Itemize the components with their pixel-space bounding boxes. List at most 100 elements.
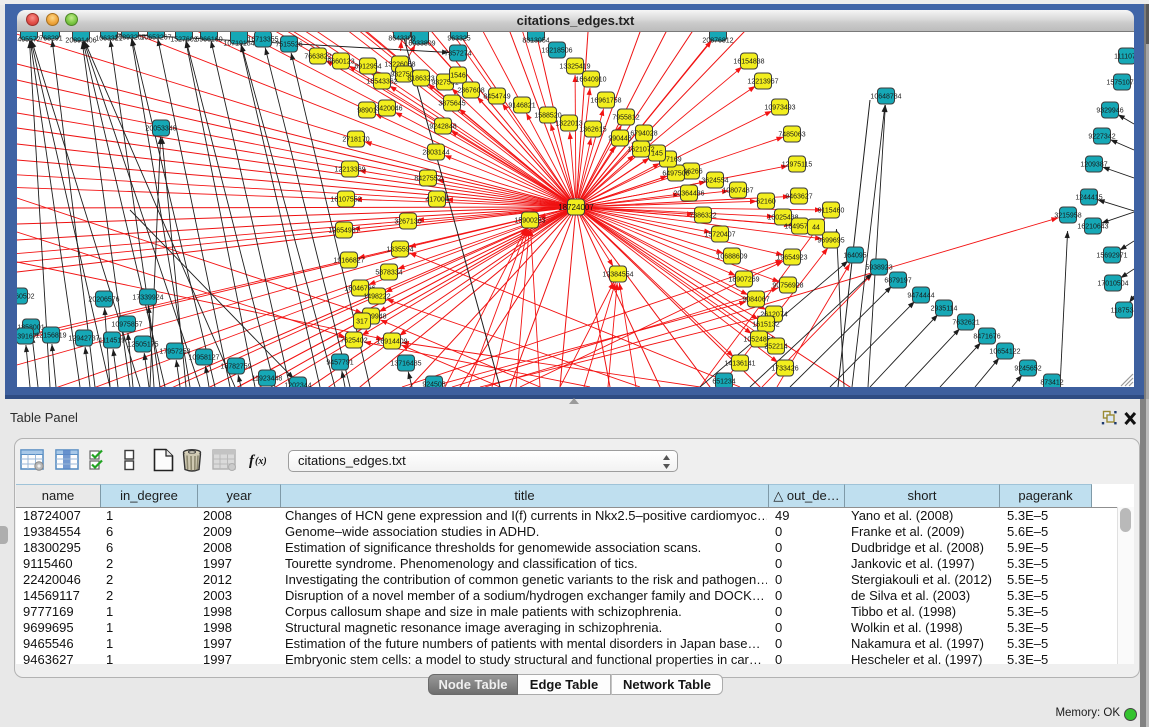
svg-text:15692971: 15692971 bbox=[1096, 253, 1127, 260]
svg-text:1187534: 1187534 bbox=[1111, 308, 1134, 315]
svg-text:98901: 98901 bbox=[357, 108, 377, 115]
svg-text:1621072: 1621072 bbox=[627, 147, 654, 154]
svg-text:17339924: 17339924 bbox=[132, 295, 163, 302]
svg-text:1546: 1546 bbox=[450, 73, 466, 80]
svg-text:18724007: 18724007 bbox=[558, 203, 594, 212]
svg-text:6966160: 6966160 bbox=[195, 37, 222, 44]
svg-text:9245652: 9245652 bbox=[1014, 366, 1041, 373]
svg-text:8471676: 8471676 bbox=[973, 334, 1000, 341]
svg-text:3875645: 3875645 bbox=[438, 101, 465, 108]
svg-text:963325: 963325 bbox=[447, 36, 470, 43]
svg-text:10975857: 10975857 bbox=[111, 322, 142, 329]
svg-text:16713355: 16713355 bbox=[247, 37, 278, 44]
svg-text:19654987: 19654987 bbox=[328, 228, 359, 235]
svg-text:11923448: 11923448 bbox=[252, 376, 283, 383]
svg-text:439167: 439167 bbox=[17, 334, 37, 341]
svg-text:7386322: 7386322 bbox=[689, 213, 716, 220]
svg-text:8427552: 8427552 bbox=[414, 176, 441, 183]
svg-text:19218506: 19218506 bbox=[541, 48, 572, 55]
svg-text:651234: 651234 bbox=[712, 379, 735, 386]
svg-text:9463627: 9463627 bbox=[785, 194, 812, 201]
svg-text:1202344: 1202344 bbox=[284, 383, 311, 388]
svg-text:12213369: 12213369 bbox=[334, 167, 365, 174]
svg-text:9242848: 9242848 bbox=[429, 124, 456, 131]
svg-text:2935114: 2935114 bbox=[931, 306, 958, 313]
svg-text:9699695: 9699695 bbox=[817, 238, 844, 245]
svg-text:405572: 405572 bbox=[17, 37, 40, 44]
svg-text:9227342: 9227342 bbox=[1088, 134, 1115, 141]
svg-text:16543362: 16543362 bbox=[366, 79, 397, 86]
svg-text:19654923: 19654923 bbox=[776, 255, 807, 262]
svg-text:20053346: 20053346 bbox=[145, 126, 176, 133]
svg-text:16210643: 16210643 bbox=[1077, 224, 1108, 231]
svg-text:10654122: 10654122 bbox=[989, 349, 1020, 356]
svg-text:8912954: 8912954 bbox=[354, 64, 381, 71]
svg-text:1209387: 1209387 bbox=[1080, 162, 1107, 169]
svg-text:6879197: 6879197 bbox=[884, 278, 911, 285]
svg-text:12213967: 12213967 bbox=[747, 79, 778, 86]
svg-text:16154838: 16154838 bbox=[733, 59, 764, 66]
svg-text:18907269: 18907269 bbox=[728, 277, 759, 284]
svg-text:16640910: 16640910 bbox=[575, 77, 606, 84]
svg-text:7625402: 7625402 bbox=[340, 338, 367, 345]
svg-text:990448: 990448 bbox=[608, 136, 631, 143]
svg-text:7515526: 7515526 bbox=[275, 42, 302, 49]
svg-text:6497508: 6497508 bbox=[662, 171, 689, 178]
svg-text:15720407: 15720407 bbox=[704, 232, 735, 239]
svg-text:10688609: 10688609 bbox=[716, 254, 747, 261]
svg-text:7632621: 7632621 bbox=[952, 320, 979, 327]
svg-text:9329946: 9329946 bbox=[1096, 108, 1123, 115]
svg-text:10648784: 10648784 bbox=[870, 94, 901, 101]
svg-text:10807487: 10807487 bbox=[722, 188, 753, 195]
svg-text:19166827: 19166827 bbox=[333, 258, 364, 265]
svg-text:16107552: 16107552 bbox=[330, 197, 361, 204]
svg-text:12505175: 12505175 bbox=[127, 342, 158, 349]
svg-text:6794028: 6794028 bbox=[630, 131, 657, 138]
svg-text:44: 44 bbox=[812, 225, 820, 232]
svg-text:12156819: 12156819 bbox=[35, 333, 66, 340]
svg-text:1111074: 1111074 bbox=[1114, 54, 1134, 61]
svg-text:417004: 417004 bbox=[425, 197, 448, 204]
svg-text:1244415: 1244415 bbox=[1075, 195, 1102, 202]
svg-text:15900283: 15900283 bbox=[514, 218, 545, 225]
svg-text:9474444: 9474444 bbox=[907, 293, 934, 300]
svg-text:317: 317 bbox=[356, 319, 368, 326]
svg-text:1527602: 1527602 bbox=[170, 37, 197, 44]
svg-text:252214: 252214 bbox=[764, 344, 787, 351]
svg-text:15751074: 15751074 bbox=[1106, 80, 1134, 87]
svg-text:1588520: 1588520 bbox=[534, 113, 561, 120]
svg-text:1498222: 1498222 bbox=[363, 294, 390, 301]
svg-text:924506: 924506 bbox=[422, 382, 445, 388]
svg-text:7357274: 7357274 bbox=[444, 51, 471, 58]
svg-text:768291: 768291 bbox=[39, 36, 62, 43]
svg-text:1733426: 1733426 bbox=[771, 366, 798, 373]
svg-text:7955812: 7955812 bbox=[612, 115, 639, 122]
svg-text:9084067: 9084067 bbox=[742, 297, 769, 304]
svg-text:2718170: 2718170 bbox=[342, 137, 369, 144]
svg-text:16961758: 16961758 bbox=[590, 98, 621, 105]
svg-text:16782759: 16782759 bbox=[220, 364, 251, 371]
svg-text:20364436: 20364436 bbox=[673, 191, 704, 198]
svg-text:5938923: 5938923 bbox=[865, 265, 892, 272]
svg-text:12975115: 12975115 bbox=[782, 162, 813, 169]
svg-text:3267130: 3267130 bbox=[394, 219, 421, 226]
svg-text:17010504: 17010504 bbox=[1097, 281, 1128, 288]
svg-text:20891406: 20891406 bbox=[65, 38, 96, 45]
svg-text:17957253: 17957253 bbox=[159, 349, 190, 356]
svg-text:2367608: 2367608 bbox=[457, 88, 484, 95]
svg-text:20206576: 20206576 bbox=[88, 297, 119, 304]
svg-text:9115460: 9115460 bbox=[818, 208, 845, 215]
svg-text:1335594: 1335594 bbox=[386, 247, 413, 254]
svg-text:1615132: 1615132 bbox=[752, 322, 779, 329]
svg-text:20876812: 20876812 bbox=[702, 38, 733, 45]
svg-text:3215958: 3215958 bbox=[1054, 213, 1081, 220]
svg-text:12942737: 12942737 bbox=[68, 336, 99, 343]
svg-text:8643309: 8643309 bbox=[388, 36, 415, 43]
svg-text:873412: 873412 bbox=[1040, 380, 1063, 387]
svg-text:9146821: 9146821 bbox=[508, 103, 535, 110]
svg-text:19384554: 19384554 bbox=[602, 272, 633, 279]
svg-text:164095: 164095 bbox=[843, 253, 866, 260]
svg-text:5878334: 5878334 bbox=[375, 270, 402, 277]
svg-text:10653267: 10653267 bbox=[140, 35, 171, 42]
svg-text:8454749: 8454749 bbox=[483, 94, 510, 101]
